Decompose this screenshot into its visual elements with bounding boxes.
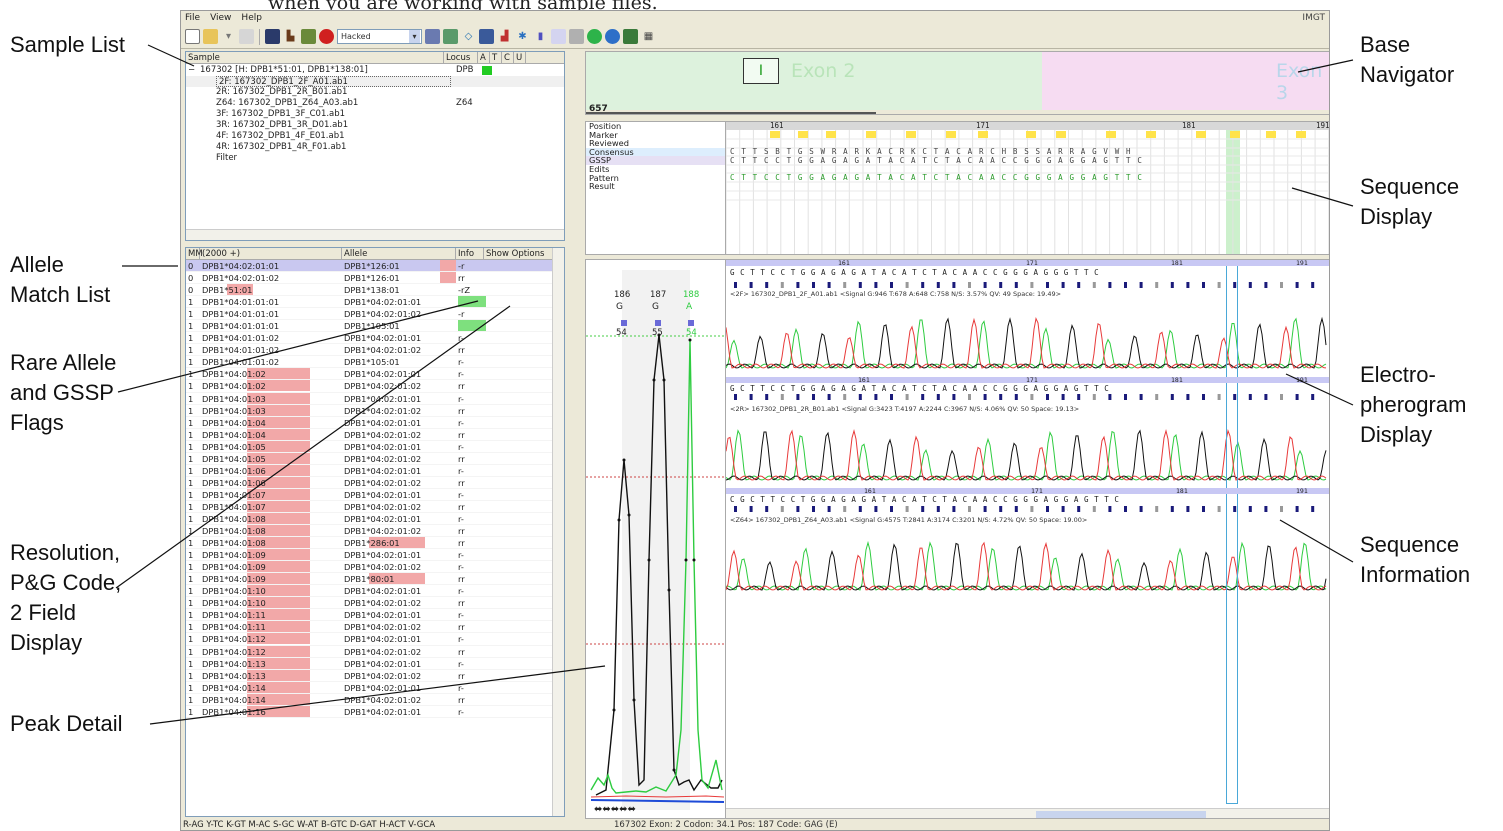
callout-leader-lines — [115, 44, 1354, 725]
